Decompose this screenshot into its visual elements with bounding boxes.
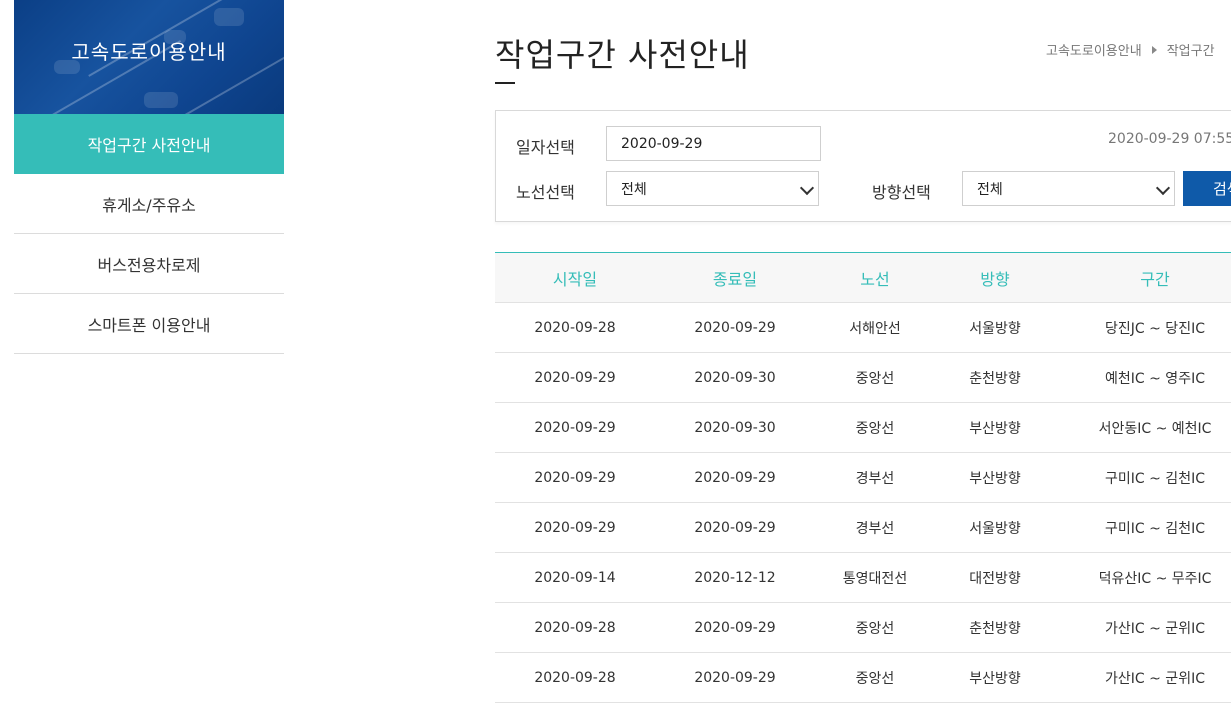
cell-start-date: 2020-09-28	[534, 319, 616, 336]
breadcrumb-item-current[interactable]: 작업구간	[1167, 40, 1215, 59]
cell-end-date: 2020-09-29	[694, 519, 776, 536]
route-select-value: 전체	[621, 181, 647, 198]
col-header-direction: 방향	[980, 269, 1010, 289]
sidebar-header-banner: 고속도로이용안내	[14, 0, 284, 114]
table-row: 2020-09-29 2020-09-30 중앙선 춘천방향 예천IC ~ 영주IC	[495, 353, 1231, 403]
title-underline	[495, 82, 515, 84]
sidebar-item-bus-lane[interactable]: 버스전용차로제	[14, 234, 284, 294]
cell-direction: 춘천방향	[969, 620, 1021, 637]
breadcrumb-item-home[interactable]: 고속도로이용안내	[1046, 40, 1142, 59]
cell-route: 서해안선	[849, 320, 901, 337]
cell-route: 통영대전선	[842, 570, 908, 587]
cell-end-date: 2020-09-30	[694, 419, 776, 436]
col-header-section: 구간	[1140, 269, 1170, 289]
sidebar-item-smartphone[interactable]: 스마트폰 이용안내	[14, 294, 284, 354]
cell-start-date: 2020-09-29	[534, 419, 616, 436]
cell-direction: 부산방향	[969, 420, 1021, 437]
route-label: 노선선택	[516, 183, 575, 202]
cell-end-date: 2020-09-30	[694, 369, 776, 386]
cell-end-date: 2020-09-29	[694, 319, 776, 336]
cell-section: 가산IC ~ 군위IC	[1105, 620, 1205, 637]
cell-start-date: 2020-09-28	[534, 669, 616, 686]
cell-start-date: 2020-09-29	[534, 469, 616, 486]
cell-end-date: 2020-09-29	[694, 669, 776, 686]
table-row: 2020-09-29 2020-09-30 중앙선 부산방향 서안동IC ~ 예천IC	[495, 403, 1231, 453]
cell-start-date: 2020-09-29	[534, 519, 616, 536]
cell-direction: 서울방향	[969, 520, 1021, 537]
page-title: 작업구간 사전안내	[495, 36, 750, 74]
search-button[interactable]: 검색	[1183, 171, 1231, 206]
direction-select[interactable]: 전체	[962, 171, 1175, 206]
current-datetime: 2020-09-29 07:55:2	[1108, 131, 1231, 147]
cell-end-date: 2020-09-29	[694, 619, 776, 636]
sidebar-item-construction[interactable]: 작업구간 사전안내	[14, 114, 284, 174]
direction-label: 방향선택	[872, 183, 931, 202]
cell-direction: 부산방향	[969, 670, 1021, 687]
search-panel: 일자선택 2020-09-29 2020-09-29 07:55:2 노선선택 …	[495, 110, 1231, 222]
route-select[interactable]: 전체	[606, 171, 819, 206]
cell-direction: 춘천방향	[969, 370, 1021, 387]
table-header-row: 시작일 종료일 노선 방향 구간	[495, 253, 1231, 303]
chevron-down-icon	[1155, 180, 1171, 196]
table-row: 2020-09-28 2020-09-29 서해안선 서울방향 당진JC ~ 당진IC	[495, 303, 1231, 353]
date-input-value: 2020-09-29	[621, 135, 703, 152]
cell-section: 덕유산IC ~ 무주IC	[1098, 570, 1212, 587]
cell-route: 중앙선	[855, 420, 895, 437]
cell-route: 경부선	[855, 470, 895, 487]
direction-select-value: 전체	[977, 181, 1003, 198]
cell-section: 구미IC ~ 김천IC	[1105, 520, 1205, 537]
table-body: 2020-09-28 2020-09-29 서해안선 서울방향 당진JC ~ 당진IC 2…	[495, 303, 1231, 703]
table-row: 2020-09-28 2020-09-29 중앙선 춘천방향 가산IC ~ 군위IC	[495, 603, 1231, 653]
col-header-start-date: 시작일	[552, 269, 598, 289]
sidebar-item-rest-area[interactable]: 휴게소/주유소	[14, 174, 284, 234]
cell-section: 구미IC ~ 김천IC	[1105, 470, 1205, 487]
cell-start-date: 2020-09-29	[534, 369, 616, 386]
construction-table: 시작일 종료일 노선 방향 구간 2020-09-28 2020-09-29 서해안…	[495, 252, 1231, 703]
cell-direction: 대전방향	[969, 570, 1021, 587]
breadcrumb: 고속도로이용안내 작업구간	[1046, 40, 1215, 59]
chevron-down-icon	[799, 180, 815, 196]
sidebar-title: 고속도로이용안내	[71, 40, 227, 64]
sidebar: 고속도로이용안내 작업구간 사전안내 휴게소/주유소 버스전용차로제 스마트폰 …	[14, 0, 284, 354]
cell-section: 가산IC ~ 군위IC	[1105, 670, 1205, 687]
cell-end-date: 2020-12-12	[694, 569, 776, 586]
breadcrumb-arrow-icon	[1151, 45, 1157, 54]
cell-end-date: 2020-09-29	[694, 469, 776, 486]
cell-section: 예천IC ~ 영주IC	[1105, 370, 1205, 387]
cell-section: 서안동IC ~ 예천IC	[1098, 420, 1212, 437]
table-row: 2020-09-29 2020-09-29 경부선 서울방향 구미IC ~ 김천IC	[495, 503, 1231, 553]
date-label: 일자선택	[516, 138, 575, 157]
cell-start-date: 2020-09-14	[534, 569, 616, 586]
date-input[interactable]: 2020-09-29	[606, 126, 821, 161]
col-header-end-date: 종료일	[712, 269, 758, 289]
col-header-route: 노선	[860, 269, 890, 289]
cell-direction: 부산방향	[969, 470, 1021, 487]
cell-start-date: 2020-09-28	[534, 619, 616, 636]
table-row: 2020-09-28 2020-09-29 중앙선 부산방향 가산IC ~ 군위IC	[495, 653, 1231, 703]
cell-route: 중앙선	[855, 670, 895, 687]
cell-route: 중앙선	[855, 370, 895, 387]
table-row: 2020-09-14 2020-12-12 통영대전선 대전방향 덕유산IC ~ 무주I…	[495, 553, 1231, 603]
cell-route: 중앙선	[855, 620, 895, 637]
table-row: 2020-09-29 2020-09-29 경부선 부산방향 구미IC ~ 김천IC	[495, 453, 1231, 503]
cell-route: 경부선	[855, 520, 895, 537]
cell-section: 당진JC ~ 당진IC	[1105, 320, 1205, 337]
cell-direction: 서울방향	[969, 320, 1021, 337]
